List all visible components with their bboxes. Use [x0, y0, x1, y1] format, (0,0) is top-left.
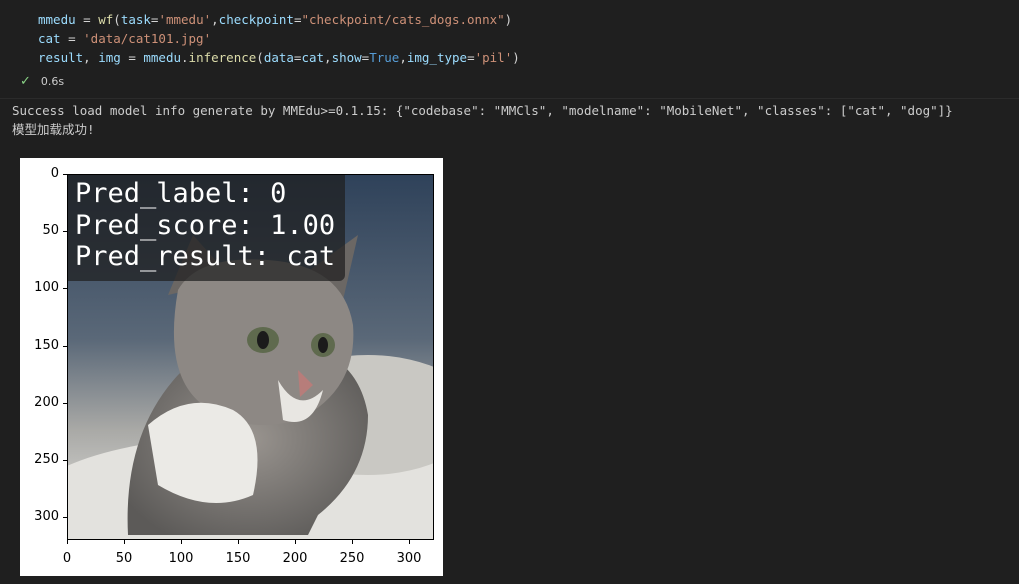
- y-tick-label: 0: [50, 166, 59, 181]
- pred-label: Pred_label: 0: [75, 178, 287, 209]
- y-tick: [63, 288, 67, 289]
- code-line-1[interactable]: mmedu = wf(task='mmedu',checkpoint="chec…: [38, 10, 512, 29]
- y-tick-label: 50: [42, 223, 59, 238]
- output-line-2: 模型加载成功!: [12, 122, 95, 137]
- code-token: data: [263, 50, 294, 65]
- y-tick: [63, 460, 67, 461]
- code-token: 'pil': [474, 50, 513, 65]
- code-token: ,: [399, 50, 407, 65]
- x-tick: [238, 540, 239, 544]
- code-token: cat: [301, 50, 325, 65]
- y-tick: [63, 174, 67, 175]
- x-tick-label: 50: [115, 551, 133, 566]
- code-token: =: [60, 31, 84, 46]
- pred-result: Pred_result: cat: [75, 241, 336, 272]
- x-tick-label: 0: [62, 551, 72, 566]
- code-token: ): [504, 12, 513, 27]
- code-token: show: [331, 50, 362, 65]
- x-tick-label: 150: [225, 551, 251, 566]
- pred-score: Pred_score: 1.00: [75, 210, 336, 241]
- x-tick: [124, 540, 125, 544]
- x-tick: [409, 540, 410, 544]
- code-token: =: [467, 50, 475, 65]
- y-tick: [63, 517, 67, 518]
- x-tick-label: 100: [168, 551, 194, 566]
- code-token: =: [120, 50, 144, 65]
- execution-status: ✓ 0.6s: [20, 74, 64, 90]
- x-tick-label: 250: [339, 551, 365, 566]
- code-token: ,: [324, 50, 332, 65]
- checkmark-icon: ✓: [20, 74, 31, 89]
- code-token: inference: [188, 50, 257, 65]
- code-token: "checkpoint/cats_dogs.onnx": [301, 12, 505, 27]
- y-tick: [63, 231, 67, 232]
- y-tick-label: 200: [34, 395, 59, 410]
- code-token: 'mmedu': [158, 12, 212, 27]
- code-token: ,: [83, 50, 99, 65]
- y-tick-label: 250: [34, 452, 59, 467]
- y-tick-label: 300: [34, 509, 59, 524]
- y-tick: [63, 346, 67, 347]
- x-tick-label: 300: [396, 551, 422, 566]
- output-line-1: Success load model info generate by MMEd…: [12, 103, 953, 118]
- x-tick: [295, 540, 296, 544]
- code-token: ,: [211, 12, 219, 27]
- code-token: wf: [98, 12, 114, 27]
- code-token: mmedu: [143, 50, 182, 65]
- x-tick: [352, 540, 353, 544]
- cat-image: Pred_label: 0 Pred_score: 1.00 Pred_resu…: [67, 174, 434, 540]
- y-tick: [63, 403, 67, 404]
- code-token: 'data/cat101.jpg': [83, 31, 212, 46]
- code-token: True: [369, 50, 400, 65]
- code-token: (: [113, 12, 121, 27]
- y-tick-label: 150: [34, 338, 59, 353]
- y-tick-label: 100: [34, 280, 59, 295]
- code-token: result: [38, 50, 84, 65]
- code-token: img_type: [406, 50, 468, 65]
- code-token: =: [75, 12, 99, 27]
- code-token: task: [120, 12, 151, 27]
- code-token: cat: [38, 31, 61, 46]
- code-token: ): [512, 50, 520, 65]
- code-token: .: [181, 50, 189, 65]
- x-tick: [181, 540, 182, 544]
- code-token: checkpoint: [218, 12, 294, 27]
- code-token: img: [98, 50, 121, 65]
- code-token: mmedu: [38, 12, 76, 27]
- code-cell[interactable]: mmedu = wf(task='mmedu',checkpoint="chec…: [0, 0, 1019, 99]
- code-line-3[interactable]: result, img = mmedu.inference(data=cat,s…: [38, 48, 520, 67]
- prediction-overlay: Pred_label: 0 Pred_score: 1.00 Pred_resu…: [68, 175, 345, 281]
- image-plot: Pred_label: 0 Pred_score: 1.00 Pred_resu…: [20, 158, 443, 576]
- code-line-2[interactable]: cat = 'data/cat101.jpg': [38, 29, 211, 48]
- execution-time: 0.6s: [40, 75, 65, 88]
- code-token: (: [256, 50, 264, 65]
- x-tick-label: 200: [282, 551, 308, 566]
- x-tick: [67, 540, 68, 544]
